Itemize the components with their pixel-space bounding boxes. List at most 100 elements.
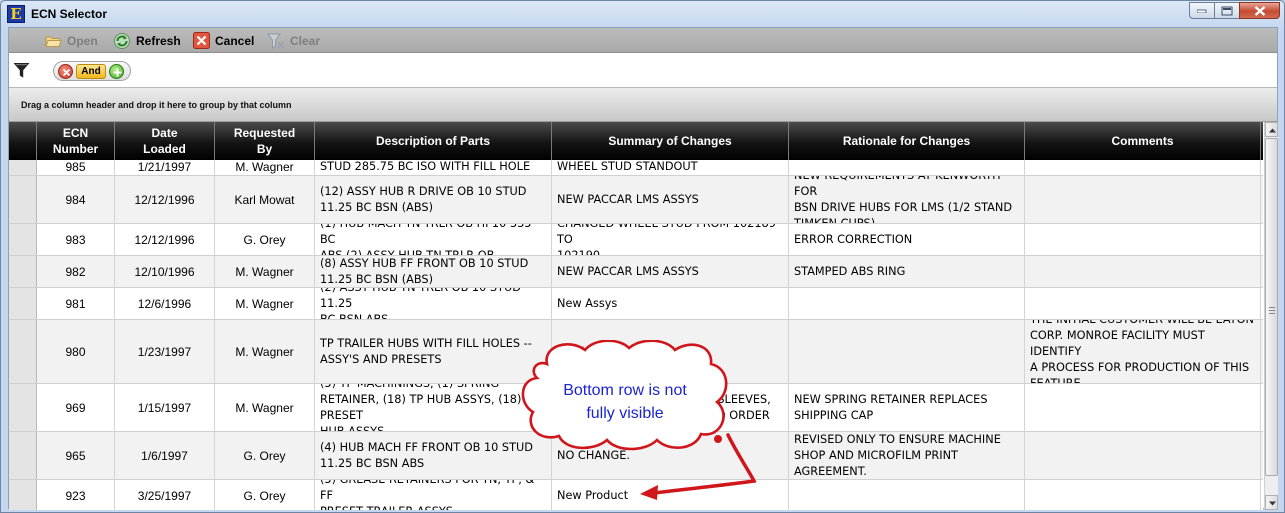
scroll-up-button[interactable]	[1265, 122, 1278, 137]
add-condition-button[interactable]	[109, 64, 124, 79]
cell-desc[interactable]: (5) TP MACHININGS, (1) SPRING RETAINER, …	[315, 384, 552, 431]
vertical-scrollbar[interactable]	[1264, 122, 1278, 510]
cell-desc[interactable]: (5) GREASE RETAINERS FOR TN, TP, & FF PR…	[315, 480, 552, 510]
cell-req[interactable]: M. Wagner	[215, 384, 315, 431]
cell-ecn[interactable]: 982	[37, 256, 115, 287]
cell-summary[interactable]: NEW PACCAR LMS ASSYS	[552, 176, 789, 223]
cell-rationale[interactable]: ERROR CORRECTION	[789, 224, 1025, 255]
cell-comments[interactable]	[1025, 256, 1261, 287]
row-indicator[interactable]	[9, 224, 37, 255]
minimize-icon	[1197, 9, 1207, 13]
window-title: ECN Selector	[31, 7, 108, 21]
cell-req[interactable]: G. Orey	[215, 432, 315, 479]
cell-rationale[interactable]: NEW REQUIREMENTS AT KENWORTH FOR BSN DRI…	[789, 176, 1025, 223]
cell-req[interactable]: G. Orey	[215, 480, 315, 510]
group-panel[interactable]: Drag a column header and drop it here to…	[9, 88, 1277, 122]
cell-rationale[interactable]	[789, 480, 1025, 510]
cell-comments[interactable]: THE INITIAL CUSTOMER WILL BE EATON CORP.…	[1025, 320, 1261, 383]
column-header-date[interactable]: Date Loaded	[115, 122, 215, 160]
scrollbar-thumb[interactable]	[1265, 138, 1278, 476]
table-row[interactable]: 98312/12/1996G. Orey(1) HUB MACH TN TRLR…	[9, 224, 1263, 256]
table-row[interactable]: 984 12/12/1996 Karl Mowat (12) ASSY HUB R D…	[9, 176, 1263, 224]
cell-date[interactable]: 12/12/1996	[115, 176, 215, 223]
cell-summary[interactable]: NEW PACCAR LMS ASSYS	[552, 256, 789, 287]
row-indicator[interactable]	[9, 160, 37, 175]
cell-ecn[interactable]: 965	[37, 432, 115, 479]
cell-comments[interactable]	[1025, 224, 1261, 255]
column-header-comments[interactable]: Comments	[1025, 122, 1261, 160]
cell-comments[interactable]	[1025, 160, 1261, 175]
cell-ecn[interactable]: 980	[37, 320, 115, 383]
row-indicator[interactable]	[9, 288, 37, 319]
cell-date[interactable]: 1/23/1997	[115, 320, 215, 383]
column-header-ecn[interactable]: ECN Number	[37, 122, 115, 160]
cell-comments[interactable]	[1025, 480, 1261, 510]
cell-desc[interactable]: TP TRAILER HUBS WITH FILL HOLES -- ASSY'…	[315, 320, 552, 383]
column-header-desc[interactable]: Description of Parts	[315, 122, 552, 160]
cell-req[interactable]: M. Wagner	[215, 288, 315, 319]
cell-ecn[interactable]: 981	[37, 288, 115, 319]
cell-date[interactable]: 12/6/1996	[115, 288, 215, 319]
clear-button[interactable]: Clear	[267, 31, 320, 50]
open-button[interactable]: Open	[45, 31, 98, 50]
cell-summary[interactable]: WHEEL STUD STANDOUT	[552, 160, 789, 175]
row-indicator[interactable]	[9, 176, 37, 223]
cell-req[interactable]: G. Orey	[215, 224, 315, 255]
cell-req[interactable]: M. Wagner	[215, 256, 315, 287]
column-header-summary[interactable]: Summary of Changes	[552, 122, 789, 160]
table-row[interactable]: 9851/21/1997M. Wagner( STUD 285.75 BC IS…	[9, 160, 1263, 176]
cell-comments[interactable]	[1025, 384, 1261, 431]
cell-date[interactable]: 3/25/1997	[115, 480, 215, 510]
cell-desc[interactable]: (4) HUB MACH FF FRONT OB 10 STUD 11.25 B…	[315, 432, 552, 479]
cell-date[interactable]: 1/21/1997	[115, 160, 215, 175]
cell-ecn[interactable]: 985	[37, 160, 115, 175]
cell-date[interactable]: 1/15/1997	[115, 384, 215, 431]
refresh-button[interactable]: Refresh	[113, 31, 181, 50]
cell-desc[interactable]: (2) ASSY HUB TN TRLR OB 10 STUD 11.25 BC…	[315, 288, 552, 319]
cell-comments[interactable]	[1025, 288, 1261, 319]
cell-ecn[interactable]: 983	[37, 224, 115, 255]
cell-rationale[interactable]: REVISED ONLY TO ENSURE MACHINE SHOP AND …	[789, 432, 1025, 479]
cell-ecn[interactable]: 969	[37, 384, 115, 431]
column-header-rationale[interactable]: Rationale for Changes	[789, 122, 1025, 160]
minimize-button[interactable]	[1189, 2, 1215, 19]
cell-rationale[interactable]	[789, 320, 1025, 383]
cell-comments[interactable]	[1025, 176, 1261, 223]
cell-req[interactable]: M. Wagner	[215, 320, 315, 383]
cell-desc[interactable]: (12) ASSY HUB R DRIVE OB 10 STUD 11.25 B…	[315, 176, 552, 223]
row-indicator[interactable]	[9, 256, 37, 287]
cell-desc[interactable]: (8) ASSY HUB FF FRONT OB 10 STUD 11.25 B…	[315, 256, 552, 287]
cell-date[interactable]: 1/6/1997	[115, 432, 215, 479]
close-window-button[interactable]	[1239, 2, 1280, 19]
cell-rationale[interactable]: STAMPED ABS RING	[789, 256, 1025, 287]
cell-req[interactable]: Karl Mowat	[215, 176, 315, 223]
cell-rationale[interactable]: NEW SPRING RETAINER REPLACES SHIPPING CA…	[789, 384, 1025, 431]
cell-ecn[interactable]: 984	[37, 176, 115, 223]
cell-desc[interactable]: (1) HUB MACH TN TRLR OB HP10 335 BC ABS …	[315, 224, 552, 255]
row-indicator[interactable]	[9, 432, 37, 479]
row-indicator[interactable]	[9, 480, 37, 510]
table-row[interactable]: 98112/6/1996M. Wagner(2) ASSY HUB TN TRL…	[9, 288, 1263, 320]
filter-funnel-icon[interactable]	[13, 62, 31, 79]
title-bar[interactable]: E ECN Selector	[1, 1, 1284, 27]
column-header-req[interactable]: Requested By	[215, 122, 315, 160]
cell-rationale[interactable]	[789, 288, 1025, 319]
cell-rationale[interactable]	[789, 160, 1025, 175]
cell-date[interactable]: 12/12/1996	[115, 224, 215, 255]
cell-req[interactable]: M. Wagner	[215, 160, 315, 175]
cell-date[interactable]: 12/10/1996	[115, 256, 215, 287]
cancel-icon	[193, 32, 210, 49]
row-indicator[interactable]	[9, 384, 37, 431]
remove-condition-button[interactable]	[58, 64, 73, 79]
cell-comments[interactable]	[1025, 432, 1261, 479]
cell-summary[interactable]: CHANGED WHEEL STUD FROM 102189 TO 102190	[552, 224, 789, 255]
cancel-button[interactable]: Cancel	[193, 31, 254, 50]
and-operator-button[interactable]: And	[76, 64, 106, 79]
maximize-button[interactable]	[1214, 2, 1240, 19]
row-indicator[interactable]	[9, 320, 37, 383]
cell-ecn[interactable]: 923	[37, 480, 115, 510]
cell-desc[interactable]: ( STUD 285.75 BC ISO WITH FILL HOLE	[315, 160, 552, 175]
scroll-down-button[interactable]	[1265, 495, 1278, 510]
table-row[interactable]: 982 12/10/1996 M. Wagner (8) ASSY HUB FF FR…	[9, 256, 1263, 288]
cell-summary[interactable]: New Assys	[552, 288, 789, 319]
